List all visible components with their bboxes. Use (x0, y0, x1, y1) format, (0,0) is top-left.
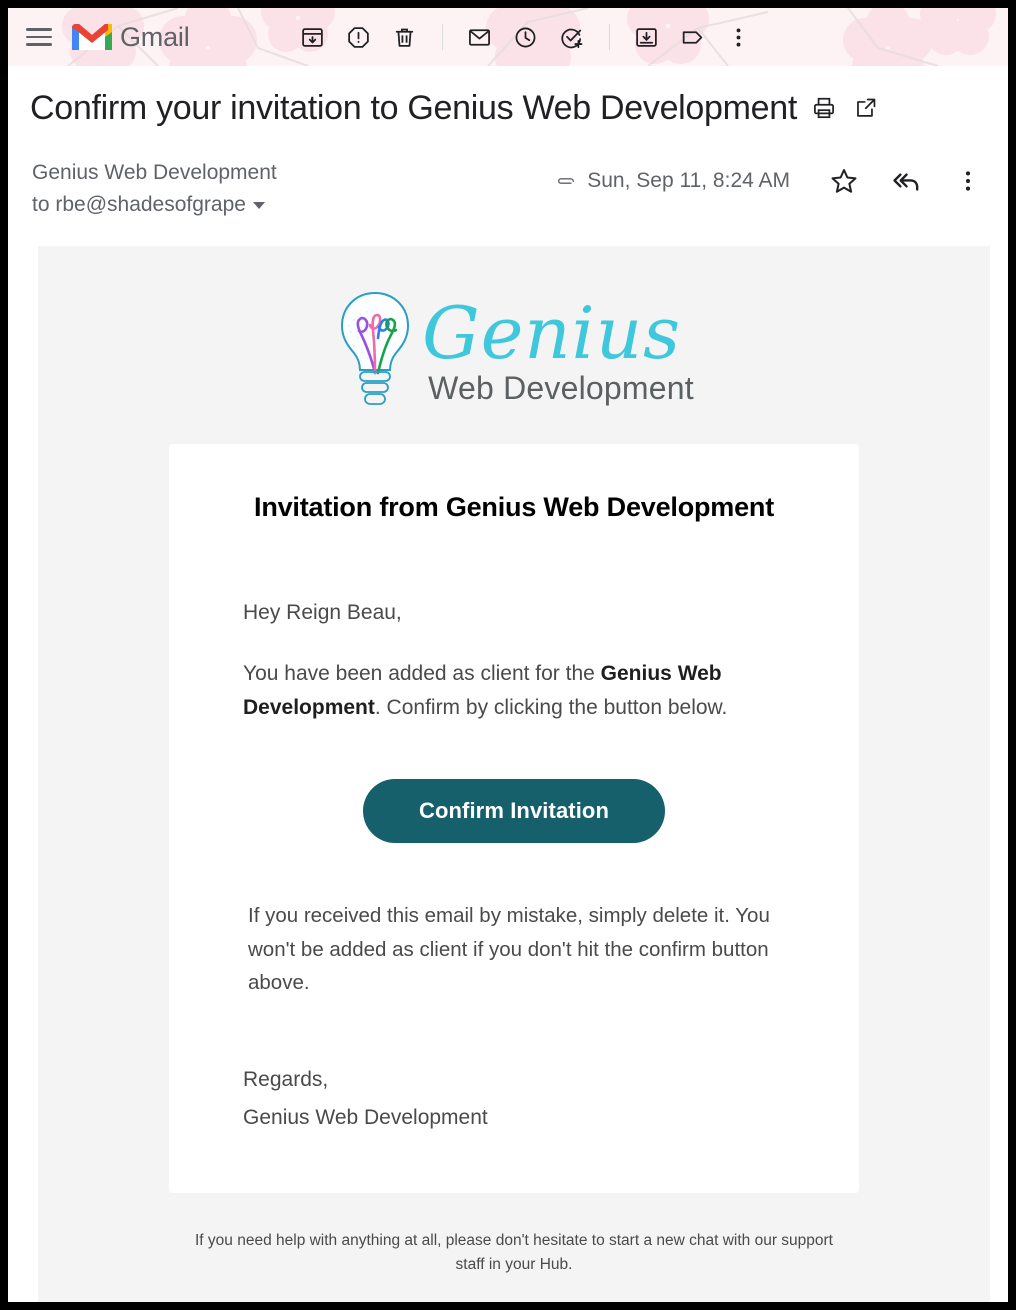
body-text-after: . Confirm by clicking the button below. (374, 696, 728, 720)
subject-row: Confirm your invitation to Genius Web De… (8, 66, 1008, 143)
recipient-expander[interactable]: to rbe@shadesofgrape (32, 189, 277, 222)
recipient-label: to rbe@shadesofgrape (32, 193, 246, 217)
body-paragraph: You have been added as client for the Ge… (243, 657, 785, 725)
chevron-down-icon (252, 202, 265, 210)
signoff-block: Regards, Genius Web Development (243, 1061, 785, 1137)
message-toolbar (290, 14, 762, 60)
open-in-new-window-icon[interactable] (853, 95, 879, 121)
signoff-name: Genius Web Development (243, 1105, 488, 1129)
sender-block: Genius Web Development to rbe@shadesofgr… (32, 157, 277, 222)
brand-sub-text: Web Development (428, 369, 694, 406)
page-title: Confirm your invitation to Genius Web De… (30, 89, 798, 127)
cta-container: Confirm Invitation (243, 779, 785, 844)
move-to-icon[interactable] (624, 14, 670, 60)
sender-row: Genius Web Development to rbe@shadesofgr… (8, 143, 1008, 232)
snooze-icon[interactable] (503, 14, 549, 60)
delete-icon[interactable] (382, 14, 428, 60)
signoff-line: Regards, (243, 1068, 329, 1092)
main-menu-icon[interactable] (26, 25, 56, 49)
report-spam-icon[interactable] (336, 14, 382, 60)
toolbar-divider (441, 24, 443, 50)
email-footer: If you need help with anything at all, p… (195, 1231, 833, 1274)
subject-actions (811, 95, 879, 121)
toolbar-divider-2 (608, 24, 610, 50)
brand-script-text: Genius (422, 291, 682, 376)
lightbulb-icon (341, 291, 410, 405)
confirm-invitation-button[interactable]: Confirm Invitation (362, 779, 665, 844)
message-date: Sun, Sep 11, 8:24 AM (587, 168, 790, 192)
card-title: Invitation from Genius Web Development (254, 491, 774, 522)
gmail-m-icon (72, 24, 112, 50)
body-text-before: You have been added as client for the (243, 662, 601, 686)
gmail-window: Gmail Confirm your invitation to Genius … (8, 8, 1008, 1302)
reply-all-icon[interactable] (884, 159, 928, 203)
add-to-tasks-icon[interactable] (549, 14, 595, 60)
archive-icon[interactable] (290, 14, 336, 60)
sender-name: Genius Web Development (32, 160, 277, 184)
star-icon[interactable] (822, 159, 866, 203)
gmail-top-bar: Gmail (8, 8, 1008, 66)
paperclip-icon (555, 170, 577, 192)
gmail-logo[interactable]: Gmail (72, 21, 190, 53)
gmail-wordmark: Gmail (120, 21, 190, 52)
disclaimer-text: If you received this email by mistake, s… (248, 904, 770, 994)
brand-logo: Genius Web Development (38, 280, 990, 444)
brand-wordmark: Genius Web Development (422, 291, 694, 406)
message-meta: Sun, Sep 11, 8:24 AM (555, 157, 990, 203)
email-card: Invitation from Genius Web Development H… (169, 443, 859, 1193)
print-icon[interactable] (811, 95, 837, 121)
more-options-icon[interactable] (946, 159, 990, 203)
email-body: Genius Web Development Invitation from G… (38, 245, 990, 1302)
mark-unread-icon[interactable] (457, 14, 503, 60)
greeting-text: Hey Reign Beau, (243, 600, 402, 624)
more-options-icon[interactable] (716, 14, 762, 60)
labels-icon[interactable] (670, 14, 716, 60)
